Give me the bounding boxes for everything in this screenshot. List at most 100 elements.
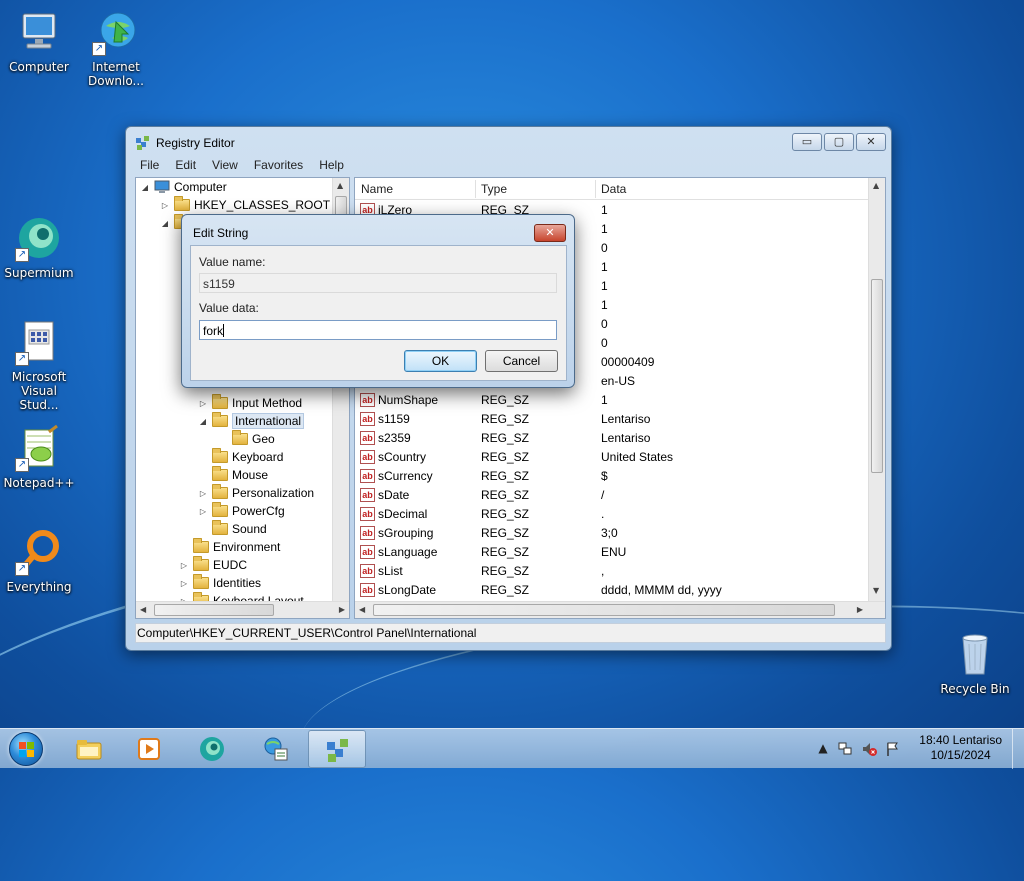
list-vscroll-thumb[interactable] xyxy=(871,279,883,473)
list-vertical-scrollbar[interactable]: ▲ ▼ xyxy=(868,178,885,601)
desktop-icon-visual-studio[interactable]: ↗ Microsoft Visual Stud... xyxy=(1,318,77,412)
desktop-icon-supermium[interactable]: ↗ Supermium xyxy=(1,214,77,280)
column-data[interactable]: Data xyxy=(601,182,626,196)
value-data: Lentariso xyxy=(601,431,651,445)
scroll-right-arrow-icon[interactable]: ▶ xyxy=(857,605,863,614)
value-data: $ xyxy=(601,469,608,483)
scroll-down-arrow-icon[interactable]: ▼ xyxy=(873,586,879,595)
desktop-icon-recycle-bin[interactable]: Recycle Bin xyxy=(937,630,1013,696)
collapse-arrow-icon[interactable]: ◢ xyxy=(140,183,150,192)
scroll-up-arrow-icon[interactable]: ▲ xyxy=(873,181,879,190)
list-row[interactable]: ab sDate REG_SZ / xyxy=(355,486,870,505)
close-button[interactable]: ✕ xyxy=(856,133,886,151)
taskbar-network-tool[interactable] xyxy=(246,730,304,768)
tree-item-label: Identities xyxy=(213,576,262,590)
desktop-icon-label: Notepad++ xyxy=(3,476,75,490)
scroll-left-arrow-icon[interactable]: ◀ xyxy=(140,605,146,614)
column-name[interactable]: Name xyxy=(361,182,393,196)
desktop-icon-notepadpp[interactable]: ↗ Notepad++ xyxy=(1,424,77,490)
start-button[interactable] xyxy=(4,729,48,769)
value-name: s1159 xyxy=(378,412,410,426)
expand-arrow-icon[interactable]: ▷ xyxy=(179,561,189,570)
value-name-label: Value name: xyxy=(199,255,266,269)
expand-arrow-icon[interactable]: ▷ xyxy=(179,579,189,588)
menu-favorites[interactable]: Favorites xyxy=(246,157,311,177)
list-row[interactable]: ab sDecimal REG_SZ. xyxy=(355,505,870,524)
maximize-button[interactable]: ▢ xyxy=(824,133,854,151)
column-divider[interactable] xyxy=(475,180,476,198)
list-row[interactable]: ab sCountry REG_SZ United States xyxy=(355,448,870,467)
column-divider[interactable] xyxy=(595,180,596,198)
dialog-close-button[interactable]: ✕ xyxy=(534,224,566,242)
menu-file[interactable]: File xyxy=(132,157,167,177)
list-row[interactable]: ab s1159 REG_SZ Lentariso xyxy=(355,410,870,429)
list-row[interactable]: ab NumShape REG_SZ 1 xyxy=(355,391,870,410)
tree-item-keyboard[interactable]: Keyboard xyxy=(198,448,283,466)
tree-item-sound[interactable]: Sound xyxy=(198,520,267,538)
desktop-icon-label: Everything xyxy=(6,580,72,594)
tree-item-international[interactable]: ◢ International xyxy=(198,412,305,430)
folder-icon xyxy=(212,520,228,535)
desktop-icon-label: Internet Downlo... xyxy=(88,60,144,88)
menu-view[interactable]: View xyxy=(204,157,246,177)
ok-button[interactable]: OK xyxy=(404,350,477,372)
menu-help[interactable]: Help xyxy=(311,157,352,177)
tree-item-hkey-classes-root[interactable]: ▷ HKEY_CLASSES_ROOT xyxy=(160,196,330,214)
tree-item-computer[interactable]: ◢ Computer xyxy=(140,178,227,196)
tree-item-label: Sound xyxy=(232,522,267,536)
taskbar-explorer[interactable] xyxy=(60,730,118,768)
registry-editor-icon xyxy=(135,135,151,151)
list-row[interactable]: ab sCurrency REG_SZ $ xyxy=(355,467,870,486)
tree-item-powercfg[interactable]: ▷ PowerCfg xyxy=(198,502,285,520)
system-clock[interactable]: 18:40 Lentariso 10/15/2024 xyxy=(919,733,1002,763)
tree-item-geo[interactable]: Geo xyxy=(218,430,275,448)
taskbar-supermium[interactable] xyxy=(183,730,241,768)
list-row[interactable]: ab sLongDate REG_SZ dddd, MMMM dd, yyyy xyxy=(355,581,870,600)
expand-arrow-icon[interactable]: ▷ xyxy=(198,489,208,498)
cancel-button[interactable]: Cancel xyxy=(485,350,558,372)
list-row[interactable]: ab sLanguage REG_SZ ENU xyxy=(355,543,870,562)
volume-muted-icon[interactable] xyxy=(861,741,877,757)
desktop-icon-internet-download[interactable]: ↗ Internet Downlo... xyxy=(78,8,154,88)
desktop-icon-everything[interactable]: ↗ Everything xyxy=(1,528,77,594)
scroll-left-arrow-icon[interactable]: ◀ xyxy=(359,605,365,614)
window-titlebar[interactable]: Registry Editor ▭ ▢ ✕ xyxy=(126,127,891,157)
desktop-icon-computer[interactable]: Computer xyxy=(1,8,77,74)
tree-horizontal-scrollbar[interactable]: ◀ ▶ xyxy=(136,601,349,618)
list-row[interactable]: ab sGrouping REG_SZ 3;0 xyxy=(355,524,870,543)
menu-edit[interactable]: Edit xyxy=(167,157,204,177)
tree-item-mouse[interactable]: Mouse xyxy=(198,466,268,484)
collapse-arrow-icon[interactable]: ◢ xyxy=(198,417,208,426)
collapse-arrow-icon[interactable]: ◢ xyxy=(160,219,170,228)
minimize-button[interactable]: ▭ xyxy=(792,133,822,151)
tree-item-label: Computer xyxy=(174,180,227,194)
tree-item-eudc[interactable]: ▷ EUDC xyxy=(179,556,247,574)
action-center-flag-icon[interactable] xyxy=(885,741,901,757)
desktop-icon-label: Computer xyxy=(9,60,69,74)
list-horizontal-scrollbar[interactable]: ◀ ▶ xyxy=(355,601,885,618)
tree-item-identities[interactable]: ▷ Identities xyxy=(179,574,261,592)
network-tray-icon[interactable] xyxy=(837,741,853,757)
tree-hscroll-thumb[interactable] xyxy=(154,604,274,616)
list-hscroll-thumb[interactable] xyxy=(373,604,835,616)
expand-arrow-icon[interactable]: ▷ xyxy=(198,507,208,516)
tree-item-environment[interactable]: Environment xyxy=(179,538,280,556)
taskbar-registry-editor[interactable] xyxy=(308,730,366,768)
scroll-right-arrow-icon[interactable]: ▶ xyxy=(339,605,345,614)
value-data-input[interactable]: fork xyxy=(199,320,557,340)
string-value-icon: ab xyxy=(360,412,375,426)
tree-item-input-method[interactable]: ▷ Input Method xyxy=(198,394,302,412)
expand-arrow-icon[interactable]: ▷ xyxy=(160,201,170,210)
list-row[interactable]: ab s2359 REG_SZ Lentariso xyxy=(355,429,870,448)
folder-icon xyxy=(232,430,248,445)
expand-arrow-icon[interactable]: ▷ xyxy=(198,399,208,408)
value-data: dddd, MMMM dd, yyyy xyxy=(601,583,722,597)
list-row[interactable]: ab sList REG_SZ, xyxy=(355,562,870,581)
column-type[interactable]: Type xyxy=(481,182,507,196)
show-hidden-icons-arrow-icon[interactable]: ▲ xyxy=(815,741,831,757)
scroll-up-arrow-icon[interactable]: ▲ xyxy=(337,181,343,190)
taskbar-media-player[interactable] xyxy=(120,730,178,768)
show-desktop-button[interactable] xyxy=(1012,729,1024,769)
tree-item-personalization[interactable]: ▷ Personalization xyxy=(198,484,314,502)
string-value-icon: ab xyxy=(360,393,375,407)
